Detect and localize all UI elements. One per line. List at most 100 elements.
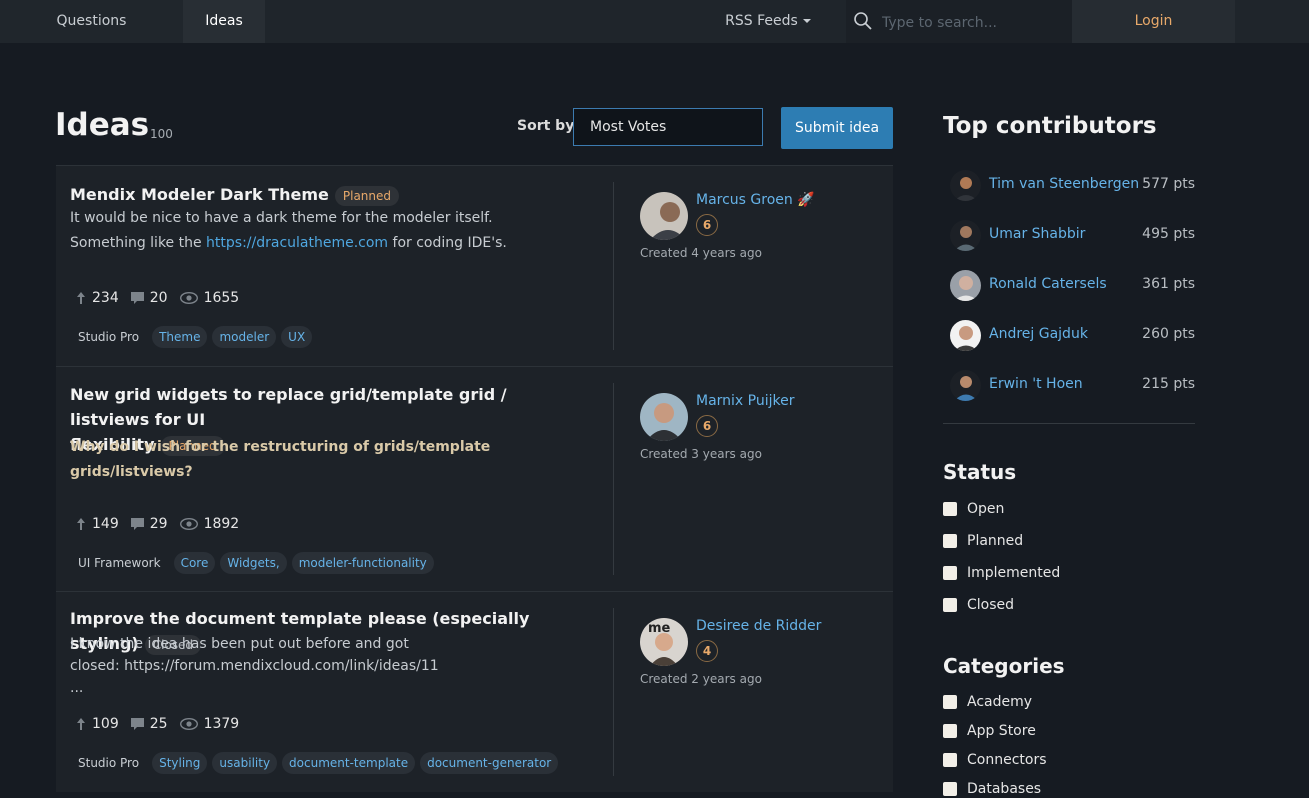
tag[interactable]: Styling <box>152 752 208 774</box>
status-filter-implemented[interactable]: Implemented <box>943 565 1060 581</box>
filter-label: Implemented <box>967 565 1061 581</box>
author-name[interactable]: Marcus Groen 🚀 <box>696 192 815 208</box>
votes-count: 149 <box>92 516 119 532</box>
tag[interactable]: Theme <box>152 326 208 348</box>
comments-count: 25 <box>149 716 168 732</box>
category-filter-academy[interactable]: Academy <box>943 694 1032 710</box>
avatar[interactable] <box>950 170 981 201</box>
author-name[interactable]: Desiree de Ridder <box>696 618 821 634</box>
upvote-icon[interactable] <box>76 718 86 730</box>
tag[interactable]: document-template <box>282 752 416 774</box>
comments-count: 20 <box>149 290 168 306</box>
comments-count: 29 <box>149 516 168 532</box>
tag[interactable]: Core <box>173 552 216 574</box>
sort-label: Sort by <box>517 118 575 134</box>
views-stat: 1892 <box>179 516 239 532</box>
desc-link[interactable]: https://draculatheme.com <box>206 235 388 251</box>
upvote-icon[interactable] <box>76 518 86 530</box>
avatar[interactable] <box>950 270 981 301</box>
nav-rss-feeds[interactable]: RSS Feeds <box>716 0 820 43</box>
status-badge: Planned <box>334 185 400 206</box>
checkbox[interactable] <box>943 534 957 548</box>
category-filter-app-store[interactable]: App Store <box>943 723 1036 739</box>
filter-label: Closed <box>967 597 1015 613</box>
contributor-points: 361 pts <box>1142 276 1195 292</box>
desc-text: Something like the <box>70 235 207 251</box>
idea-description: Why do I wish for the restructuring of g… <box>70 439 491 480</box>
checkbox[interactable] <box>943 566 957 580</box>
checkbox[interactable] <box>943 782 957 796</box>
comments-stat: 29 <box>130 516 168 532</box>
avatar[interactable] <box>640 393 688 441</box>
card-divider <box>613 383 614 575</box>
checkbox[interactable] <box>943 598 957 612</box>
tag[interactable]: Widgets, <box>220 552 287 574</box>
avatar[interactable] <box>640 192 688 240</box>
desc-line: I know the idea has been put out before … <box>70 636 409 652</box>
idea-stats: 234 20 1655 <box>76 290 251 306</box>
idea-description: It would be nice to have a dark theme fo… <box>70 206 600 256</box>
status-filter-planned[interactable]: Planned <box>943 533 1023 549</box>
desc-line: ... <box>70 680 84 696</box>
idea-title[interactable]: Mendix Modeler Dark Theme Planned <box>70 182 580 207</box>
rank-badge: 6 <box>696 415 718 437</box>
status-filter-open[interactable]: Open <box>943 501 1004 517</box>
idea-card: Mendix Modeler Dark Theme Planned It woul… <box>56 165 893 366</box>
search-input[interactable] <box>880 11 1064 35</box>
tag[interactable]: document-generator <box>420 752 559 774</box>
comment-icon <box>130 292 144 304</box>
login-button[interactable]: Login <box>1072 0 1235 43</box>
contributor-name[interactable]: Andrej Gajduk <box>989 326 1088 342</box>
nav-questions[interactable]: Questions <box>0 0 183 43</box>
ideas-list: Mendix Modeler Dark Theme Planned It woul… <box>56 165 893 792</box>
avatar[interactable] <box>950 370 981 401</box>
filter-label: Connectors <box>967 752 1047 768</box>
page-title: Ideas <box>55 107 150 143</box>
idea-title-text[interactable]: Mendix Modeler Dark Theme <box>70 185 329 204</box>
avatar[interactable]: me <box>640 618 688 666</box>
contributor-name[interactable]: Erwin 't Hoen <box>989 376 1083 392</box>
avatar[interactable] <box>950 220 981 251</box>
checkbox[interactable] <box>943 753 957 767</box>
idea-card: New grid widgets to replace grid/templat… <box>56 366 893 591</box>
top-navigation: Questions Ideas RSS Feeds Login <box>0 0 1309 43</box>
rank-badge: 6 <box>696 214 718 236</box>
status-filter-closed[interactable]: Closed <box>943 597 1014 613</box>
svg-text:me: me <box>648 621 671 636</box>
tag[interactable]: UX <box>281 326 313 348</box>
upvote-icon[interactable] <box>76 292 86 304</box>
category-filter-databases[interactable]: Databases <box>943 781 1041 797</box>
contributor-name[interactable]: Umar Shabbir <box>989 226 1085 242</box>
tag[interactable]: usability <box>212 752 278 774</box>
checkbox[interactable] <box>943 502 957 516</box>
idea-title-line[interactable]: New grid widgets to replace grid/templat… <box>70 382 580 432</box>
category-label[interactable]: Studio Pro <box>70 752 147 774</box>
category-label[interactable]: Studio Pro <box>70 326 147 348</box>
tag[interactable]: modeler-functionality <box>291 552 434 574</box>
eye-icon <box>179 292 198 304</box>
author-name[interactable]: Marnix Puijker <box>696 393 795 409</box>
category-label[interactable]: UI Framework <box>70 552 169 574</box>
contributor-name[interactable]: Ronald Catersels <box>989 276 1107 292</box>
comment-icon <box>130 718 144 730</box>
categories-filter-title: Categories <box>943 654 1065 678</box>
desc-text: for coding IDE's. <box>388 235 507 251</box>
filter-label: Databases <box>967 781 1042 797</box>
contributor-item: Ronald Catersels 361 pts <box>950 270 1195 302</box>
created-time: Created 3 years ago <box>640 447 762 461</box>
contributor-name[interactable]: Tim van Steenbergen <box>989 176 1139 192</box>
author-name-text[interactable]: Marcus Groen <box>696 192 793 208</box>
desc-line: Something like the https://draculatheme.… <box>70 231 600 256</box>
avatar[interactable] <box>950 320 981 351</box>
checkbox[interactable] <box>943 695 957 709</box>
nav-ideas[interactable]: Ideas <box>183 0 265 43</box>
sort-select[interactable]: Most Votes <box>573 108 763 146</box>
checkbox[interactable] <box>943 724 957 738</box>
votes-stat: 109 <box>76 716 119 732</box>
category-filter-connectors[interactable]: Connectors <box>943 752 1047 768</box>
tag[interactable]: modeler <box>212 326 277 348</box>
contributor-item: Umar Shabbir 495 pts <box>950 220 1195 252</box>
submit-idea-button[interactable]: Submit idea <box>781 107 893 149</box>
comment-icon <box>130 518 144 530</box>
top-contributors-title: Top contributors <box>943 113 1157 139</box>
